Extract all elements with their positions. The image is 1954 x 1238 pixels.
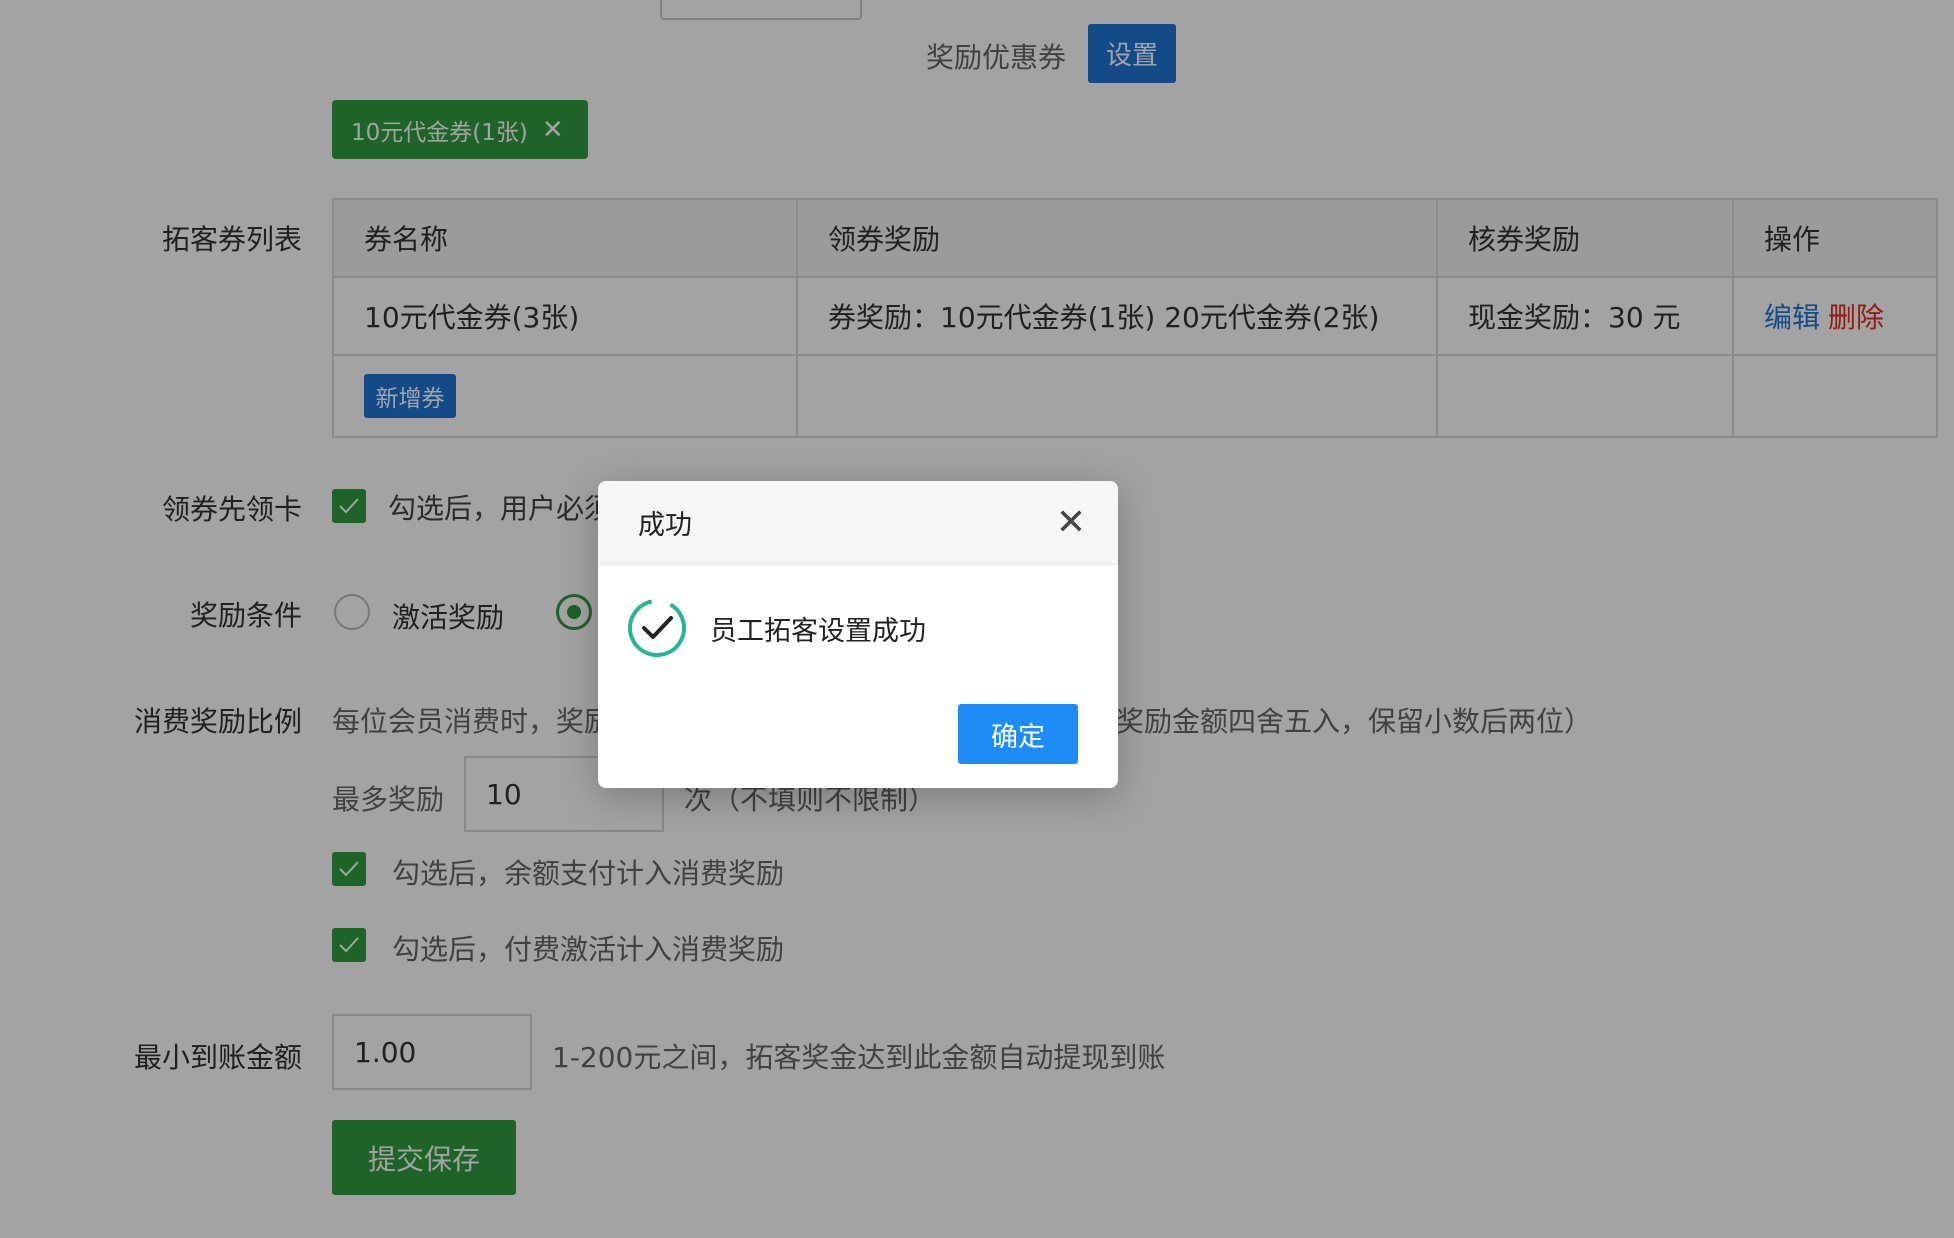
- dialog-ok-button[interactable]: 确定: [958, 704, 1078, 764]
- close-icon[interactable]: ✕: [1056, 504, 1086, 541]
- dialog-message: 员工拓客设置成功: [710, 615, 926, 647]
- dialog-header: 成功 ✕: [598, 481, 1118, 565]
- dialog-title: 成功: [638, 510, 692, 541]
- dialog-body: 员工拓客设置成功: [626, 597, 926, 659]
- success-dialog: 成功 ✕ 员工拓客设置成功 确定: [598, 481, 1118, 788]
- success-check-icon: [628, 599, 686, 657]
